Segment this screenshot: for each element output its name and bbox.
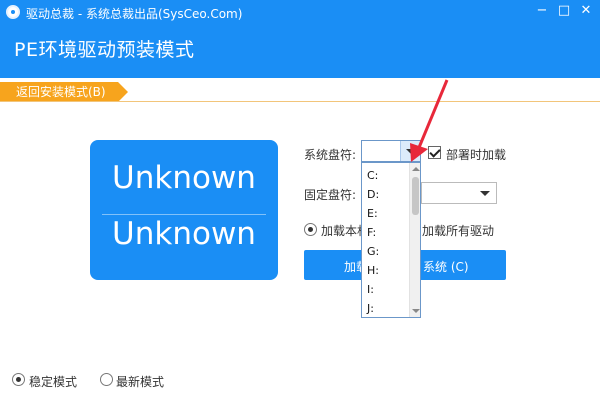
fixed-drive-label: 固定盘符: xyxy=(304,188,357,202)
deploy-load-checkbox[interactable] xyxy=(428,146,441,159)
back-to-install-mode-tab[interactable]: 返回安装模式(B) xyxy=(0,82,128,102)
drive-option[interactable]: G: xyxy=(367,245,379,258)
drive-option[interactable]: H: xyxy=(367,264,379,277)
load-local-radio[interactable] xyxy=(304,223,317,236)
stable-mode-label: 稳定模式 xyxy=(29,375,78,389)
drive-option[interactable]: E: xyxy=(367,207,378,220)
card-line-1: Unknown xyxy=(112,160,256,196)
device-info-card: Unknown Unknown xyxy=(90,140,278,280)
maximize-button[interactable]: □ xyxy=(553,1,575,21)
drive-option[interactable]: F: xyxy=(367,226,376,239)
latest-mode-radio[interactable] xyxy=(100,373,113,386)
system-drive-label: 系统盘符: xyxy=(304,148,357,162)
window-title: 驱动总裁 - 系统总裁出品(SysCeo.Com) xyxy=(26,7,243,21)
card-divider xyxy=(102,214,266,215)
system-drive-select[interactable] xyxy=(361,140,421,162)
drive-option[interactable]: J: xyxy=(367,302,374,315)
title-bar: 驱动总裁 - 系统总裁出品(SysCeo.Com) PE环境驱动预装模式 − □… xyxy=(0,0,600,78)
stable-mode-radio[interactable] xyxy=(12,373,25,386)
dropdown-arrow-icon[interactable] xyxy=(400,141,420,161)
load-all-drivers-label[interactable]: 加载所有驱动 xyxy=(422,222,494,239)
close-button[interactable]: ✕ xyxy=(575,1,597,21)
card-line-2: Unknown xyxy=(112,216,256,252)
latest-mode-label: 最新模式 xyxy=(116,375,165,389)
tab-divider xyxy=(0,101,600,102)
arrow-shaft xyxy=(416,79,449,151)
minimize-button[interactable]: − xyxy=(531,1,553,21)
drive-option[interactable]: I: xyxy=(367,283,374,296)
scroll-thumb[interactable] xyxy=(412,177,419,215)
page-title: PE环境驱动预装模式 xyxy=(14,39,195,61)
deploy-load-label: 部署时加载 xyxy=(446,148,507,162)
drive-option[interactable]: D: xyxy=(367,188,379,201)
app-logo-icon xyxy=(6,5,20,19)
chevron-down-icon xyxy=(480,191,490,196)
drive-option[interactable]: C: xyxy=(367,169,378,182)
fixed-drive-select[interactable] xyxy=(421,182,497,204)
dropdown-scrollbar[interactable] xyxy=(409,163,420,317)
back-tab-label: 返回安装模式(B) xyxy=(16,85,106,99)
system-drive-dropdown-list[interactable]: C: D: E: F: G: H: I: J: xyxy=(361,162,421,318)
scroll-up-icon[interactable] xyxy=(412,167,420,171)
load-button-label-right: 系统 (C) xyxy=(423,260,469,274)
scroll-down-icon[interactable] xyxy=(412,309,420,313)
